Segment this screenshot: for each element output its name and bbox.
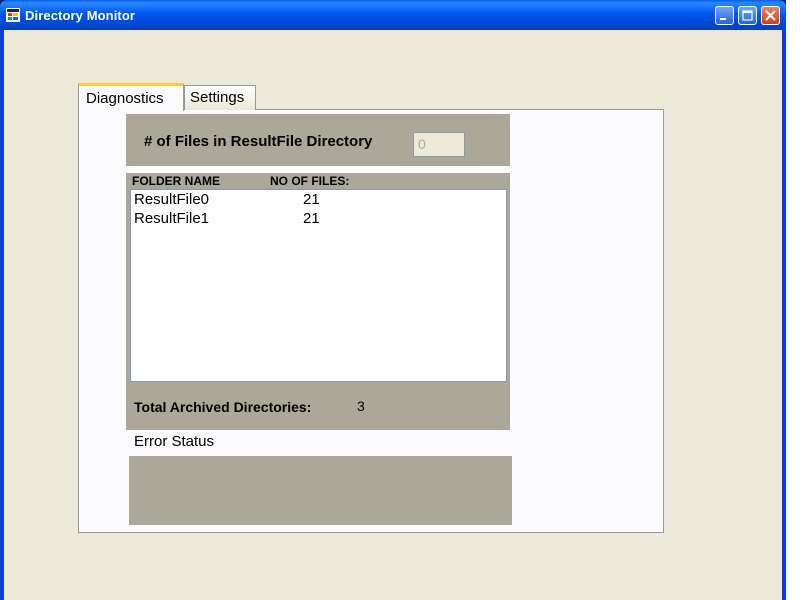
total-archived-value: 3: [357, 398, 365, 414]
folder-listview[interactable]: ResultFile0 21 ResultFile1 21: [130, 189, 507, 382]
app-window-icon: [6, 8, 20, 22]
window-frame-right: [782, 30, 786, 600]
column-header-folder-name[interactable]: FOLDER NAME: [132, 174, 220, 188]
list-item[interactable]: ResultFile1 21: [131, 210, 506, 228]
folder-name: ResultFile1: [134, 210, 210, 227]
close-icon: [765, 10, 776, 21]
minimize-icon: [720, 18, 726, 20]
tab-diagnostics[interactable]: Diagnostics: [78, 83, 184, 111]
total-archived-label: Total Archived Directories:: [134, 399, 312, 415]
files-count-field[interactable]: 0: [413, 132, 465, 157]
tab-settings[interactable]: Settings: [184, 85, 256, 110]
maximize-icon: [742, 10, 753, 21]
error-status-box: [129, 456, 512, 525]
tab-diagnostics-label: Diagnostics: [86, 90, 164, 107]
tab-settings-label: Settings: [190, 89, 245, 106]
folder-name: ResultFile0: [134, 191, 210, 208]
close-button[interactable]: [761, 6, 780, 25]
title-bar[interactable]: Directory Monitor: [0, 0, 786, 30]
maximize-button[interactable]: [738, 6, 757, 25]
files-count-label: # of Files in ResultFile Directory: [144, 133, 373, 150]
error-status-label: Error Status: [134, 433, 215, 450]
folder-file-count: 21: [303, 210, 320, 227]
column-header-file-count[interactable]: NO OF FILES:: [270, 174, 349, 188]
folder-file-count: 21: [303, 191, 320, 208]
list-item[interactable]: ResultFile0 21: [131, 191, 506, 209]
minimize-button[interactable]: [715, 6, 734, 25]
window-title: Directory Monitor: [25, 8, 136, 23]
